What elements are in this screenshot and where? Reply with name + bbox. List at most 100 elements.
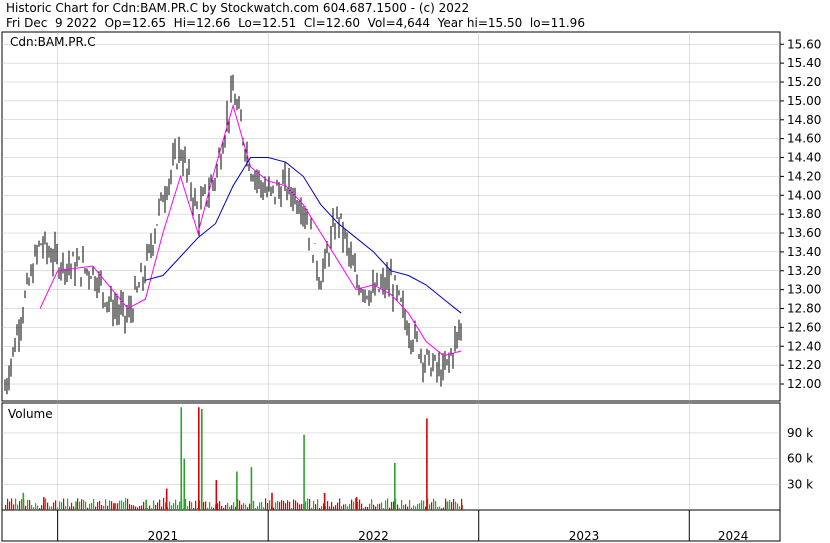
- volume-bar: [33, 507, 35, 510]
- volume-bar: [371, 499, 373, 510]
- volume-bar: [135, 506, 137, 510]
- volume-bar: [387, 498, 389, 510]
- volume-bar: [319, 507, 321, 510]
- volume-bar: [321, 505, 323, 510]
- volume-bar: [81, 499, 83, 510]
- volume-bar: [31, 505, 33, 510]
- volume-bar: [459, 506, 461, 510]
- volume-bar: [29, 500, 31, 510]
- volume-bar: [305, 501, 307, 510]
- volume-bar: [435, 501, 437, 510]
- volume-bar: [451, 502, 453, 510]
- volume-bar: [411, 507, 413, 510]
- volume-bar: [243, 503, 245, 510]
- volume-bar: [247, 507, 249, 510]
- volume-bar: [421, 500, 423, 510]
- volume-bar: [375, 506, 377, 510]
- volume-bar: [281, 500, 283, 510]
- volume-bar: [91, 502, 93, 510]
- volume-bar: [77, 498, 79, 510]
- volume-bar: [341, 506, 343, 510]
- volume-bar: [59, 501, 61, 510]
- volume-bar: [453, 498, 455, 510]
- volume-spike-bar: [22, 492, 25, 510]
- volume-bar: [7, 498, 9, 510]
- volume-bar: [203, 502, 205, 510]
- volume-bar: [139, 506, 141, 510]
- price-panel-frame: [1, 31, 781, 402]
- volume-bar: [121, 500, 123, 510]
- volume-bar: [105, 499, 107, 510]
- volume-bar: [249, 503, 251, 510]
- volume-bar: [359, 499, 361, 510]
- volume-bar: [409, 499, 411, 510]
- price-tick-label: 13.80: [787, 207, 821, 221]
- volume-bar: [273, 507, 275, 510]
- volume-bar: [217, 503, 219, 510]
- volume-bar: [431, 502, 433, 510]
- volume-bar: [363, 507, 365, 510]
- volume-spike-bar: [183, 458, 186, 510]
- volume-bar: [5, 504, 7, 510]
- volume-bar: [99, 500, 101, 510]
- volume-bar: [149, 505, 151, 510]
- volume-bar: [137, 507, 139, 510]
- volume-bar: [13, 504, 15, 510]
- volume-spike-bar: [323, 492, 326, 510]
- volume-bar: [143, 501, 145, 510]
- price-tick-label: 15.60: [787, 37, 821, 51]
- volume-bar: [89, 503, 91, 510]
- volume-bar: [347, 506, 349, 510]
- volume-bar: [11, 498, 13, 510]
- volume-bar: [277, 501, 279, 510]
- volume-bar: [151, 508, 153, 510]
- price-tick-label: 12.40: [787, 339, 821, 353]
- volume-bar: [129, 504, 131, 510]
- volume-bar: [445, 498, 447, 510]
- volume-bar: [381, 502, 383, 510]
- volume-bar: [107, 505, 109, 510]
- volume-bar: [207, 507, 209, 510]
- volume-bar: [209, 502, 211, 510]
- volume-bar: [97, 502, 99, 510]
- volume-bar: [67, 498, 69, 510]
- price-tick-label: 14.00: [787, 188, 821, 202]
- volume-bar: [309, 498, 311, 510]
- volume-bar: [235, 506, 237, 510]
- volume-bar: [147, 507, 149, 510]
- volume-bar: [173, 503, 175, 510]
- volume-bar: [45, 498, 47, 510]
- volume-bar: [117, 503, 119, 510]
- volume-bar: [415, 506, 417, 510]
- volume-bar: [313, 500, 315, 510]
- volume-bar: [125, 498, 127, 510]
- volume-bar: [35, 503, 37, 510]
- volume-bar: [53, 502, 55, 510]
- volume-bar: [227, 502, 229, 510]
- volume-bar: [177, 504, 179, 510]
- volume-bar: [103, 505, 105, 510]
- volume-bar: [263, 507, 265, 510]
- volume-bar: [397, 504, 399, 510]
- volume-bar: [429, 504, 431, 510]
- volume-bar: [189, 500, 191, 510]
- volume-spike-bar: [426, 418, 428, 510]
- volume-bar: [179, 501, 181, 510]
- x-axis-band: [1, 509, 781, 542]
- volume-bar: [239, 500, 241, 510]
- volume-bar: [63, 498, 65, 510]
- volume-bar: [377, 504, 379, 510]
- volume-bar: [353, 501, 355, 510]
- volume-bar: [133, 505, 135, 510]
- volume-bar: [403, 505, 405, 510]
- volume-bar: [85, 501, 87, 510]
- volume-bar: [155, 504, 157, 510]
- volume-bar: [51, 506, 53, 510]
- volume-bar: [457, 503, 459, 510]
- volume-bar: [343, 504, 345, 510]
- price-tick-label: 15.00: [787, 94, 821, 108]
- volume-bar: [211, 506, 213, 510]
- volume-bar: [405, 504, 407, 510]
- price-tick-label: 13.20: [787, 264, 821, 278]
- year-label: 2021: [148, 529, 179, 543]
